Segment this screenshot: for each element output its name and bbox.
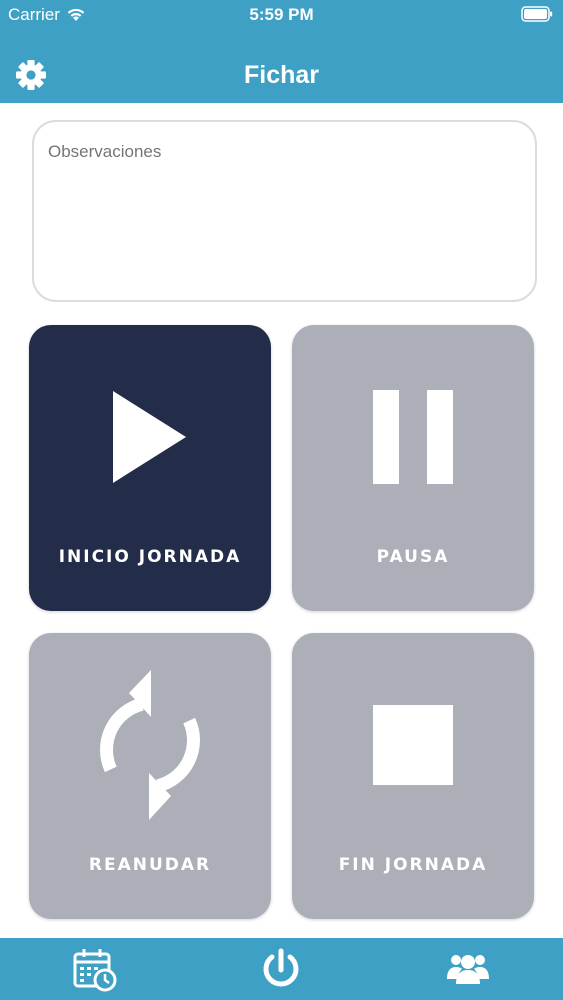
resume-label: REANUDAR bbox=[88, 855, 212, 875]
power-icon[interactable] bbox=[258, 946, 304, 992]
main-content: INICIO JORNADA PAUSA REANUDAR bbox=[0, 103, 563, 938]
status-bar: Carrier 5:59 PM bbox=[0, 0, 563, 30]
end-workday-label: FIN JORNADA bbox=[338, 855, 488, 875]
pause-label: PAUSA bbox=[376, 547, 450, 567]
page-title: Fichar bbox=[243, 61, 320, 89]
pause-button[interactable]: PAUSA bbox=[292, 325, 534, 611]
start-workday-label: INICIO JORNADA bbox=[58, 547, 242, 567]
battery-icon bbox=[521, 6, 553, 27]
app-header: Carrier 5:59 PM Fichar bbox=[0, 0, 563, 103]
users-icon[interactable] bbox=[445, 946, 491, 992]
resume-button[interactable]: REANUDAR bbox=[29, 633, 271, 919]
play-icon bbox=[29, 325, 271, 525]
stop-icon bbox=[292, 633, 534, 833]
end-workday-button[interactable]: FIN JORNADA bbox=[292, 633, 534, 919]
status-time: 5:59 PM bbox=[249, 5, 314, 24]
nav-bar: Fichar bbox=[0, 44, 563, 103]
calendar-clock-icon[interactable] bbox=[72, 946, 118, 992]
refresh-icon bbox=[29, 633, 271, 833]
pause-icon bbox=[292, 325, 534, 525]
tab-bar bbox=[0, 938, 563, 1000]
start-workday-button[interactable]: INICIO JORNADA bbox=[29, 325, 271, 611]
observations-input[interactable] bbox=[32, 120, 537, 302]
